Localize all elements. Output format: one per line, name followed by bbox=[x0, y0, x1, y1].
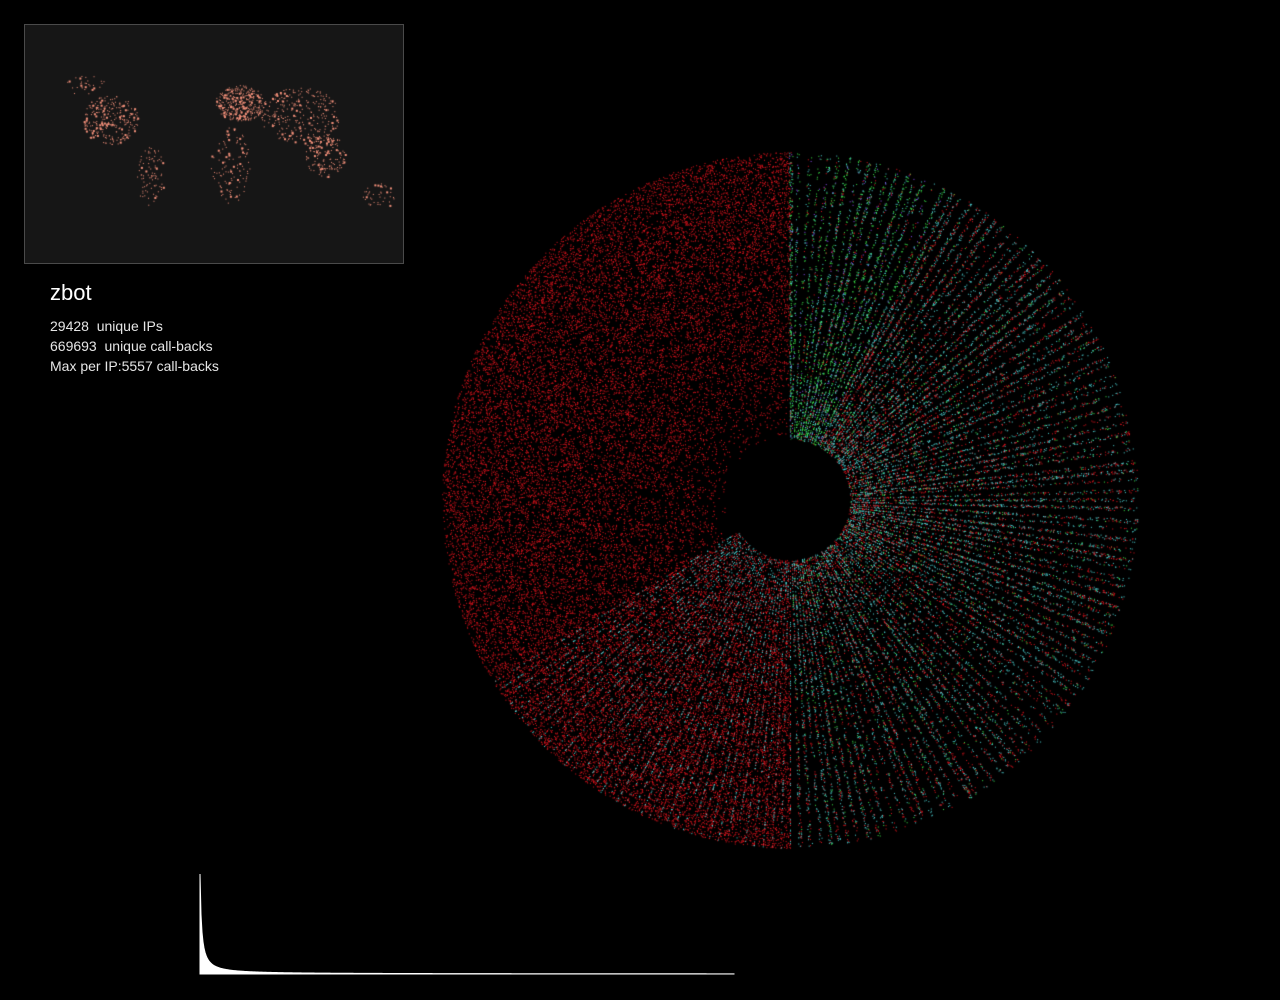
world-map-panel bbox=[24, 24, 404, 264]
page-title: zbot bbox=[50, 280, 92, 305]
radial-plot-panel bbox=[440, 150, 1140, 850]
histogram-icon bbox=[199, 873, 735, 975]
info-panel: zbot 29428 unique IPs 669693 unique call… bbox=[50, 280, 410, 376]
radial-scatter-icon bbox=[440, 150, 1140, 850]
histogram-panel bbox=[196, 872, 736, 978]
histogram-curve bbox=[199, 873, 735, 975]
visualization-page: zbot 29428 unique IPs 669693 unique call… bbox=[0, 0, 1280, 1000]
stat-max-per-ip: Max per IP:5557 call-backs bbox=[50, 358, 219, 374]
world-map-icon bbox=[25, 25, 403, 263]
stat-unique-callbacks: 669693 unique call-backs bbox=[50, 338, 213, 354]
stat-unique-ips: 29428 unique IPs bbox=[50, 318, 163, 334]
